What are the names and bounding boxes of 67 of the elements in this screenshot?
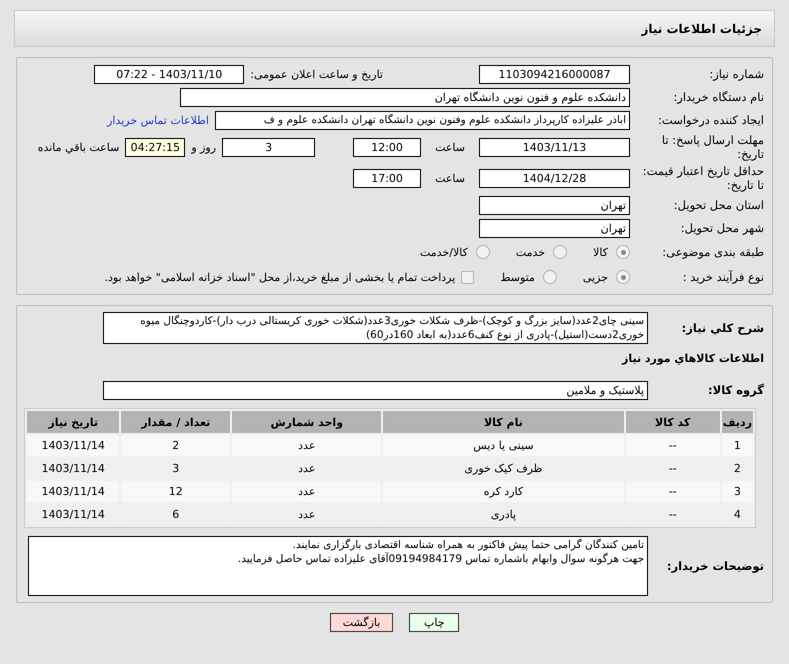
remaining-label: ساعت باقي مانده <box>38 140 120 154</box>
radio-button[interactable] <box>616 270 630 284</box>
checkbox[interactable] <box>461 270 474 284</box>
time-label: ساعت <box>435 172 465 184</box>
field-label: توضیحات خریدار: <box>666 559 764 573</box>
table-cell: 2 <box>121 435 230 456</box>
radio-label: خدمت <box>516 246 546 258</box>
province-field: تهران <box>479 196 630 214</box>
time-field: 12:00 <box>353 138 422 156</box>
table-cell: -- <box>626 481 720 502</box>
need-number-field: 1103094216000087 <box>479 64 630 84</box>
radio-label: کالا/خدمت <box>420 246 468 258</box>
description-field: سینی چای2عدد(سایز بزرگ و کوچک)-ظرف شکلات خوری3عدد(شکلات خوری کریستالی درب دار)-کاردوچنگال میوه خوری2دست(استیل)-پادری از نوع کنف6عدد(به ابعاد 160در60) <box>103 312 648 344</box>
radio-button[interactable] <box>476 245 490 259</box>
column-header: کد کالا <box>626 411 720 433</box>
date-field: 1403/11/13 <box>479 138 630 156</box>
field-label: طبقه بندی موضوعی: <box>661 245 764 259</box>
buyer-org-field: دانشکده علوم و فنون نوین دانشگاه تهران <box>180 88 630 106</box>
radio-button[interactable] <box>553 245 568 259</box>
field-label: شهر محل تحویل: <box>680 221 764 235</box>
page-title: جزئیات اطلاعات نیاز <box>14 10 775 47</box>
column-header: نام کالا <box>383 411 624 433</box>
table-cell: سینی یا دیس <box>383 435 624 456</box>
table-cell: 1403/11/14 <box>27 435 120 456</box>
column-header: ردیف <box>722 411 753 433</box>
time-label: ساعت <box>435 140 465 154</box>
field-label: ایجاد کننده درخواست: <box>657 113 764 127</box>
buyer-notes-field: تامین کنندگان گرامی حتما پیش فاکتور به همراه شناسه اقتصادی بارگزاری نمایند. جهت هرگونه سوال وابهام باشماره تماس 09194984179آقای علیزاده تماس حاصل فرمایید. <box>28 536 648 596</box>
table-cell: 3 <box>722 481 753 502</box>
announce-date-field: 1403/11/10 - 07:22 <box>94 64 244 84</box>
table-cell: 1403/11/14 <box>27 481 120 502</box>
days-label: روز و <box>191 140 216 154</box>
field-label: تاریخ و ساعت اعلان عمومی: <box>250 68 383 80</box>
time-field: 17:00 <box>353 168 422 188</box>
radio-button[interactable] <box>616 245 630 259</box>
table-cell: عدد <box>232 481 382 502</box>
radio-label: متوسط <box>500 270 535 284</box>
city-field: تهران <box>479 218 630 238</box>
field-label: مهلت ارسال پاسخ: تا تاریخ: <box>660 133 764 161</box>
table-cell: عدد <box>232 435 382 456</box>
field-label: نوع فرآیند خرید : <box>682 270 764 284</box>
radio-button[interactable] <box>542 270 557 284</box>
back-button[interactable]: بازگشت <box>330 613 394 632</box>
table-cell: 12 <box>121 481 230 502</box>
radio-label: کالا <box>593 246 608 258</box>
buyer-contact-link[interactable]: اطلاعات تماس خریدار <box>107 114 209 126</box>
date-field: 1404/12/28 <box>479 168 630 188</box>
table-cell: کارد کره <box>383 481 624 502</box>
column-header: تعداد / مقدار <box>121 411 230 433</box>
requester-field: اباذر علیزاده کارپرداز دانشکده علوم وفنون نوین دانشگاه تهران دانشکده علوم و ف <box>215 110 630 130</box>
print-button[interactable]: چاپ <box>409 613 460 632</box>
field-label: گروه کالا: <box>707 383 764 397</box>
field-label: حداقل تاریخ اعتبار قیمت: تا تاریخ: <box>642 164 764 192</box>
table-cell: 1 <box>722 435 753 456</box>
field-label: شرح کلي نياز: <box>680 321 764 335</box>
goods-group-field: پلاستیک و ملامین <box>103 380 648 400</box>
column-header: واحد شمارش <box>232 411 382 433</box>
field-label: استان محل تحویل: <box>672 198 764 212</box>
column-header: تاریخ نیاز <box>27 411 120 433</box>
radio-label: جزیی <box>582 270 608 284</box>
section-heading: اطلاعات کالاهاي مورد نياز <box>622 352 764 364</box>
remaining-time-field: 04:27:15 <box>125 138 186 156</box>
days-field: 3 <box>222 138 316 156</box>
payment-note: پرداخت تمام یا بخشی از مبلغ خرید،از محل "اسناد خزانه اسلامی" خواهد بود. <box>104 270 456 284</box>
field-label: شماره نیاز: <box>708 67 764 81</box>
field-label: نام دستگاه خریدار: <box>672 90 764 104</box>
table-cell: -- <box>626 435 720 456</box>
